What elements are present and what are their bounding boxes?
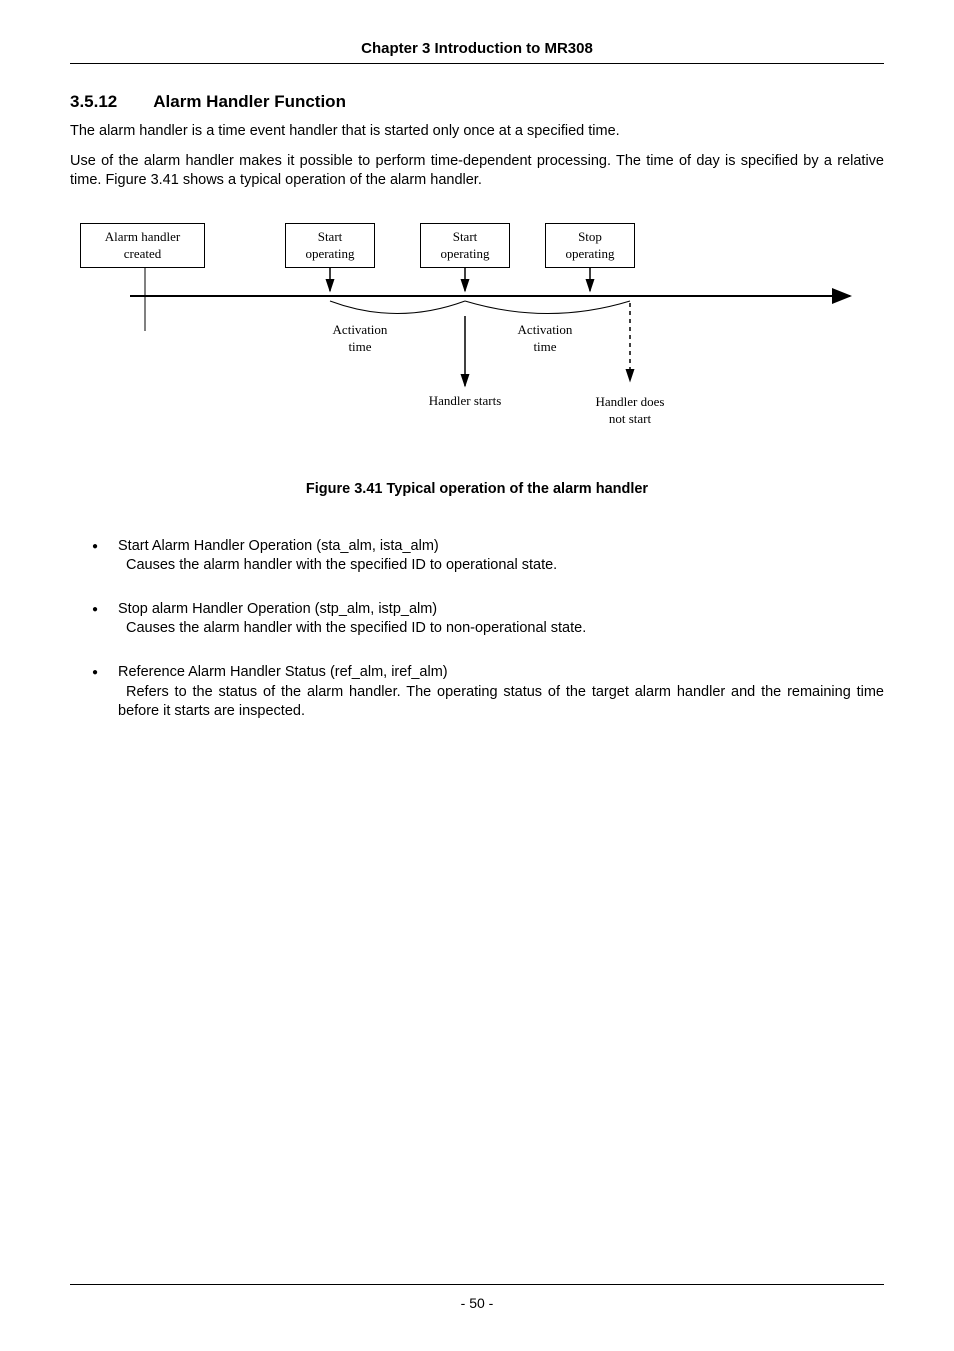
- list-item: Stop alarm Handler Operation (stp_alm, i…: [92, 600, 884, 639]
- figure-diagram: Alarm handler created Start operating St…: [70, 211, 884, 451]
- box-start-operating-2: Start operating: [420, 223, 510, 268]
- box-alarm-handler-created: Alarm handler created: [80, 223, 205, 268]
- box-stop-line1: Stop: [578, 229, 602, 244]
- activation1-line1: Activation: [333, 322, 388, 337]
- box-stop-line2: operating: [565, 246, 614, 261]
- section-title: Alarm Handler Function: [153, 92, 346, 112]
- handler-not-line2: not start: [609, 411, 651, 426]
- bullet-title-1: Start Alarm Handler Operation (sta_alm, …: [118, 538, 439, 554]
- box-stop-operating: Stop operating: [545, 223, 635, 268]
- box-start1-line1: Start: [318, 229, 343, 244]
- bullet-desc-2: Causes the alarm handler with the specif…: [118, 620, 586, 636]
- page-footer: - 50 -: [70, 1284, 884, 1311]
- bullet-title-3: Reference Alarm Handler Status (ref_alm,…: [118, 664, 448, 680]
- chapter-header: Chapter 3 Introduction to MR308: [70, 40, 884, 64]
- activation2-line1: Activation: [518, 322, 573, 337]
- bullet-desc-3: Refers to the status of the alarm handle…: [118, 684, 884, 720]
- handler-starts-label: Handler starts: [405, 393, 525, 409]
- list-item: Reference Alarm Handler Status (ref_alm,…: [92, 663, 884, 722]
- bullet-title-2: Stop alarm Handler Operation (stp_alm, i…: [118, 601, 437, 617]
- activation-time-2: Activation time: [500, 321, 590, 356]
- box-start-operating-1: Start operating: [285, 223, 375, 268]
- activation1-line2: time: [348, 339, 371, 354]
- section-number: 3.5.12: [70, 92, 117, 112]
- box-created-line1: Alarm handler: [105, 229, 180, 244]
- handler-not-start-label: Handler does not start: [575, 393, 685, 428]
- box-start2-line1: Start: [453, 229, 478, 244]
- activation-time-1: Activation time: [315, 321, 405, 356]
- box-created-line2: created: [124, 246, 162, 261]
- paragraph-2: Use of the alarm handler makes it possib…: [70, 152, 884, 191]
- activation2-line2: time: [533, 339, 556, 354]
- page-number: - 50 -: [461, 1295, 494, 1311]
- bullet-desc-1: Causes the alarm handler with the specif…: [118, 557, 557, 573]
- figure-caption: Figure 3.41 Typical operation of the ala…: [70, 481, 884, 497]
- paragraph-1: The alarm handler is a time event handle…: [70, 122, 884, 142]
- box-start2-line2: operating: [440, 246, 489, 261]
- handler-not-line1: Handler does: [596, 394, 665, 409]
- box-start1-line2: operating: [305, 246, 354, 261]
- list-item: Start Alarm Handler Operation (sta_alm, …: [92, 537, 884, 576]
